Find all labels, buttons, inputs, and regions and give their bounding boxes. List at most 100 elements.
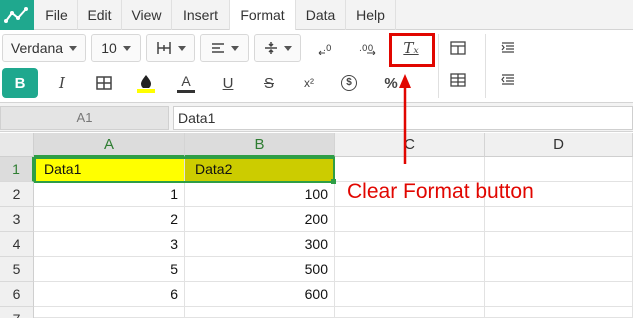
app-logo[interactable]: [0, 0, 34, 30]
merge-cells-icon: [450, 41, 466, 55]
cell-d1[interactable]: [485, 157, 633, 182]
menu-insert[interactable]: Insert: [172, 0, 230, 30]
decrease-decimals-button[interactable]: .0: [312, 34, 342, 62]
column-header-b[interactable]: B: [185, 133, 335, 157]
align-button[interactable]: [200, 34, 249, 62]
chevron-down-icon: [69, 45, 78, 51]
row-header-5[interactable]: 5: [0, 257, 34, 282]
underline-button[interactable]: U: [213, 69, 243, 97]
row-header-4[interactable]: 4: [0, 232, 34, 257]
formula-bar: A1 Data1: [0, 102, 633, 132]
cell-b1[interactable]: Data2: [185, 157, 335, 182]
font-color-swatch: [177, 89, 195, 93]
cell-c4[interactable]: [335, 232, 485, 257]
cell-a5[interactable]: 5: [34, 257, 185, 282]
indent-button[interactable]: [493, 34, 523, 62]
cell-b6[interactable]: 600: [185, 282, 335, 307]
column-header-a[interactable]: A: [34, 133, 185, 157]
cell-c5[interactable]: [335, 257, 485, 282]
chevron-down-icon: [177, 45, 186, 51]
row-header-7[interactable]: 7: [0, 307, 34, 318]
cell-d7[interactable]: [485, 307, 633, 318]
cell-b2[interactable]: 100: [185, 182, 335, 207]
cell-d4[interactable]: [485, 232, 633, 257]
toolbar: Verdana 10 .0 .00 Tₓ B I A U S x² $ %: [0, 30, 633, 102]
cell-a3[interactable]: 2: [34, 207, 185, 232]
font-family-select[interactable]: Verdana: [2, 34, 86, 62]
increase-decimals-button[interactable]: .00: [352, 34, 382, 62]
clear-format-highlight: [389, 33, 435, 67]
chevron-down-icon: [283, 45, 292, 51]
logo-icon: [4, 7, 28, 23]
cell-c7[interactable]: [335, 307, 485, 318]
fill-color-button[interactable]: [131, 69, 161, 97]
currency-icon: $: [341, 75, 357, 91]
fill-handle[interactable]: [331, 179, 336, 184]
currency-button[interactable]: $: [334, 69, 364, 97]
fill-color-swatch: [137, 88, 155, 93]
outdent-button[interactable]: [493, 66, 523, 94]
cell-d5[interactable]: [485, 257, 633, 282]
align-left-icon: [211, 43, 224, 53]
strikethrough-button[interactable]: S: [254, 69, 284, 97]
cell-b4[interactable]: 300: [185, 232, 335, 257]
fill-color-icon: [141, 74, 151, 88]
chevron-down-icon: [122, 45, 131, 51]
italic-button[interactable]: I: [47, 69, 77, 97]
table-button[interactable]: [443, 66, 473, 94]
cell-c6[interactable]: [335, 282, 485, 307]
font-family-value: Verdana: [10, 40, 64, 56]
column-header-c[interactable]: C: [335, 133, 485, 157]
column-header-d[interactable]: D: [485, 133, 633, 157]
cell-a7[interactable]: [34, 307, 185, 318]
select-all-corner[interactable]: [0, 133, 34, 157]
increase-decimals-icon: .00: [359, 44, 376, 55]
menu-edit[interactable]: Edit: [78, 0, 122, 30]
merge-cells-button[interactable]: [443, 34, 473, 62]
menu-help[interactable]: Help: [346, 0, 396, 30]
valign-middle-icon: [264, 42, 277, 54]
borders-all-icon: [96, 76, 112, 90]
annotation-label: Clear Format button: [347, 180, 534, 203]
row-header-2[interactable]: 2: [0, 182, 34, 207]
menu-view[interactable]: View: [122, 0, 172, 30]
toolbar-divider: [485, 34, 486, 98]
bold-button[interactable]: B: [2, 68, 38, 98]
borders-button[interactable]: [146, 34, 195, 62]
cell-name-box[interactable]: A1: [0, 106, 169, 130]
cell-a2[interactable]: 1: [34, 182, 185, 207]
font-color-icon: A: [181, 72, 191, 89]
chevron-down-icon: [230, 45, 239, 51]
borders-all-button[interactable]: [89, 69, 119, 97]
menu-bar: File Edit View Insert Format Data Help: [0, 0, 633, 31]
font-color-button[interactable]: A: [171, 69, 201, 97]
formula-input[interactable]: Data1: [173, 106, 633, 130]
percent-button[interactable]: %: [376, 69, 406, 97]
cell-a6[interactable]: 6: [34, 282, 185, 307]
indent-icon: [501, 42, 514, 53]
menu-data[interactable]: Data: [296, 0, 346, 30]
cell-b3[interactable]: 200: [185, 207, 335, 232]
decrease-decimals-icon: .0: [318, 44, 332, 55]
table-icon: [450, 73, 466, 87]
superscript-button[interactable]: x²: [294, 69, 324, 97]
toolbar-divider: [438, 34, 439, 98]
row-header-1[interactable]: 1: [0, 157, 34, 182]
outdent-icon: [501, 74, 514, 85]
cell-b5[interactable]: 500: [185, 257, 335, 282]
cell-a1[interactable]: Data1: [34, 157, 185, 182]
cell-c3[interactable]: [335, 207, 485, 232]
cell-c1[interactable]: [335, 157, 485, 182]
row-header-3[interactable]: 3: [0, 207, 34, 232]
valign-button[interactable]: [254, 34, 301, 62]
cell-a4[interactable]: 3: [34, 232, 185, 257]
spreadsheet-grid: A B C D 1 2 3 4 5 6 7 Data1 Data2 1 100 …: [0, 133, 633, 318]
row-header-6[interactable]: 6: [0, 282, 34, 307]
menu-file[interactable]: File: [36, 0, 78, 30]
cell-d6[interactable]: [485, 282, 633, 307]
cell-d3[interactable]: [485, 207, 633, 232]
font-size-select[interactable]: 10: [91, 34, 141, 62]
cell-b7[interactable]: [185, 307, 335, 318]
borders-icon: [156, 42, 171, 54]
menu-format[interactable]: Format: [230, 0, 296, 31]
